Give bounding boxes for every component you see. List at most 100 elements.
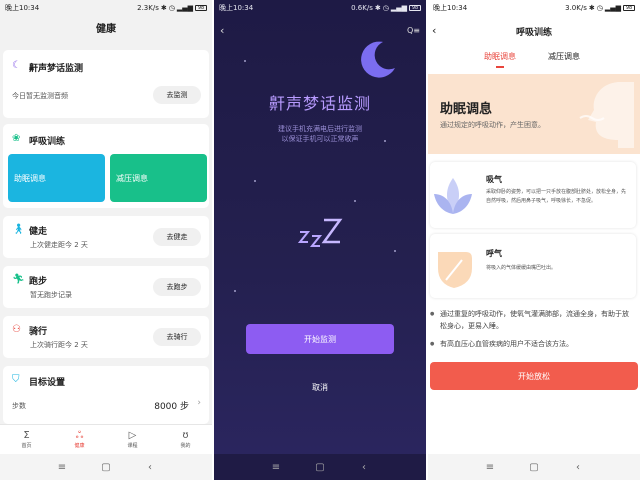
monitor-desc-1: 建议手机充满电后进行监测: [278, 125, 362, 133]
snore-sub: 今日暂无监测音频: [12, 92, 68, 100]
tip-bullet-1: 通过重复的呼吸动作，使氧气灌满肺部，流通全身，有助于放松身心，更易入睡。: [430, 308, 634, 332]
signal-icon: ▂▄▆: [176, 4, 193, 12]
system-nav-bar: ≡ ▢ ‹: [0, 454, 212, 480]
battery-icon: 98: [623, 5, 635, 11]
profile-icon: ʊ: [182, 430, 189, 441]
goal-title: 目标设置: [29, 378, 66, 388]
ride-title: 骑行: [29, 327, 48, 337]
cancel-button[interactable]: 取消: [214, 382, 426, 393]
alarm-icon: ◷: [596, 4, 603, 12]
tab-home[interactable]: Σ 首页: [21, 430, 31, 449]
tab-mine[interactable]: ʊ 我的: [180, 430, 190, 449]
inhale-body: 采取仰卧的姿势，可以把一只手放在腹部肚脐处，放松全身，先自然呼吸，然后用鼻子吸气…: [486, 189, 627, 204]
tab-health[interactable]: ஃ 健康: [74, 430, 84, 449]
go-walk-button[interactable]: 去健走: [153, 228, 201, 246]
health-screen: 晚上10:34 2.3K/s ✱ ◷ ▂▄▆ 98 健康 ☾ 鼾声梦话监测 今日…: [0, 0, 212, 480]
monitor-desc-2: 以保证手机可以正常收声: [281, 135, 359, 143]
leaf-icon: [438, 252, 472, 288]
active-tab-indicator: [496, 66, 504, 68]
tab-course[interactable]: ▷ 课程: [127, 430, 137, 449]
system-nav-bar: ≡ ▢ ‹: [428, 454, 640, 480]
face-profile-icon: [579, 82, 634, 148]
run-icon: 🏃︎: [12, 274, 25, 285]
lotus-leaf-icon: [434, 178, 472, 214]
breath-training-screen: 晚上10:34 3.0K/s ✱ ◷ ▂▄▆ 98 ‹ 呼吸训练 助眠调息 减压…: [428, 0, 640, 480]
inhale-title: 吸气: [486, 175, 502, 184]
shield-icon: ⛉: [12, 374, 20, 385]
status-time: 晚上10:34: [433, 4, 468, 12]
home-icon[interactable]: ▢: [524, 462, 544, 473]
run-card[interactable]: 🏃︎ 跑步 暂无跑步记录 去跑步: [3, 266, 209, 308]
sigma-icon: Σ: [23, 430, 30, 441]
signal-icon: ▂▄▆: [604, 4, 621, 12]
bottom-tab-bar: Σ 首页 ஃ 健康 ▷ 课程 ʊ 我的: [0, 424, 212, 454]
rings-icon: ஃ: [75, 430, 84, 441]
go-monitor-button[interactable]: 去监测: [153, 86, 201, 104]
bluetooth-icon: ✱: [374, 4, 381, 12]
crescent-moon-icon: [361, 41, 395, 78]
stress-breath-tile[interactable]: 减压调息: [110, 154, 207, 202]
net-speed: 2.3K/s: [137, 4, 159, 12]
walk-sub: 上次健走距今 2 天: [30, 241, 88, 249]
status-bar: 晚上10:34 0.6K/s ✱ ◷ ▂▄▆ 98: [214, 0, 426, 16]
page-title: 健康: [96, 24, 116, 35]
star-decoration: [394, 250, 396, 252]
exhale-card: 呼气 将吸入的气体缓缓由嘴巴吐出。: [430, 234, 636, 298]
snore-card[interactable]: ☾ 鼾声梦话监测 今日暂无监测音频 去监测: [3, 50, 209, 118]
alarm-icon: ◷: [382, 4, 389, 12]
start-monitor-button[interactable]: 开始监测: [246, 324, 394, 354]
tab-sleep-breath[interactable]: 助眠调息: [484, 51, 516, 62]
exhale-body: 将吸入的气体缓缓由嘴巴吐出。: [486, 265, 557, 271]
monitor-title: 鼾声梦话监测: [268, 94, 371, 113]
tip-bullet-2: 有高血压心血管疾病的用户不适合该方法。: [430, 338, 634, 350]
go-run-button[interactable]: 去跑步: [153, 278, 201, 296]
goal-card[interactable]: ⛉ 目标设置 步数 8000 步 ›: [3, 366, 209, 424]
bluetooth-icon: ✱: [160, 4, 167, 12]
menu-icon[interactable]: ≡: [52, 462, 72, 473]
star-decoration: [234, 290, 236, 292]
ride-card[interactable]: ⚇ 骑行 上次骑行距今 2 天 去骑行: [3, 316, 209, 358]
status-bar: 晚上10:34 3.0K/s ✱ ◷ ▂▄▆ 98: [428, 0, 640, 16]
start-relax-button[interactable]: 开始放松: [430, 362, 638, 390]
star-decoration: [244, 60, 246, 62]
back-arrow-icon[interactable]: ‹: [220, 24, 224, 37]
chevron-right-icon: ›: [197, 398, 201, 408]
back-icon[interactable]: ‹: [354, 462, 374, 473]
menu-icon[interactable]: ≡: [266, 462, 286, 473]
tab-stress-breath[interactable]: 减压调息: [548, 51, 580, 62]
goal-value[interactable]: 8000 步: [154, 399, 189, 412]
triple-screenshot: 晚上10:34 2.3K/s ✱ ◷ ▂▄▆ 98 健康 ☾ 鼾声梦话监测 今日…: [0, 0, 640, 480]
exhale-title: 呼气: [486, 249, 502, 258]
ride-sub: 上次骑行距今 2 天: [30, 341, 88, 349]
walk-title: 健走: [29, 227, 48, 237]
hero-banner: 助眠调息 通过规定的呼吸动作，产生困意。: [428, 74, 640, 154]
breath-card: ❀ 呼吸训练 助眠调息 减压调息: [3, 124, 209, 208]
status-bar: 晚上10:34 2.3K/s ✱ ◷ ▂▄▆ 98: [0, 0, 212, 16]
net-speed: 0.6K/s: [351, 4, 373, 12]
run-sub: 暂无跑步记录: [30, 291, 72, 299]
inhale-card: 吸气 采取仰卧的姿势，可以把一只手放在腹部肚脐处，放松全身，先自然呼吸，然后用鼻…: [430, 162, 636, 228]
home-icon[interactable]: ▢: [96, 462, 116, 473]
go-ride-button[interactable]: 去骑行: [153, 328, 201, 346]
lotus-icon: ❀: [12, 133, 21, 144]
zzz-sleep-icon: [298, 218, 343, 247]
play-icon: ▷: [128, 430, 137, 441]
page-title: 呼吸训练: [515, 28, 552, 38]
star-decoration: [354, 200, 356, 202]
sleep-breath-tile[interactable]: 助眠调息: [8, 154, 105, 202]
status-time: 晚上10:34: [219, 4, 254, 12]
snore-title: 鼾声梦话监测: [29, 64, 84, 74]
walk-card[interactable]: 🚶︎ 健走 上次健走距今 2 天 去健走: [3, 216, 209, 258]
snore-monitor-screen: 晚上10:34 0.6K/s ✱ ◷ ▂▄▆ 98 ‹ Q≡ 鼾声梦话监测 建议…: [214, 0, 426, 480]
net-speed: 3.0K/s: [565, 4, 587, 12]
back-icon[interactable]: ‹: [140, 462, 160, 473]
signal-icon: ▂▄▆: [390, 4, 407, 12]
hero-sub: 通过规定的呼吸动作，产生困意。: [440, 121, 545, 129]
search-list-icon[interactable]: Q≡: [407, 26, 420, 35]
battery-icon: 98: [195, 5, 207, 11]
home-icon[interactable]: ▢: [310, 462, 330, 473]
system-nav-bar: ≡ ▢ ‹: [214, 454, 426, 480]
menu-icon[interactable]: ≡: [480, 462, 500, 473]
walk-icon: 🚶︎: [12, 224, 25, 235]
back-icon[interactable]: ‹: [568, 462, 588, 473]
